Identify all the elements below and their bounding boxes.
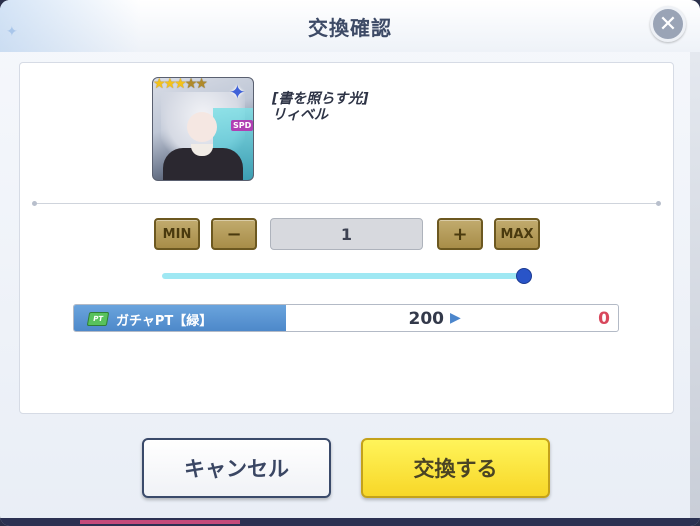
cost-remaining: 0 bbox=[598, 309, 610, 329]
cost-row: PT ガチャPT【緑】 200 ▶ 0 bbox=[73, 304, 619, 332]
background-accent bbox=[80, 520, 240, 524]
close-button[interactable]: ✕ bbox=[650, 6, 686, 42]
star-icon: ★ bbox=[174, 77, 186, 92]
quantity-slider-track[interactable] bbox=[162, 273, 524, 279]
max-button[interactable]: MAX bbox=[494, 218, 540, 250]
quantity-field[interactable]: 1 bbox=[270, 218, 423, 250]
divider bbox=[32, 201, 661, 206]
dialog-header: ✦ 交換確認 ✕ bbox=[0, 0, 700, 52]
item-name: [書を照らす光] bbox=[272, 91, 369, 107]
exchange-panel: ★★★★★ ✦ SPD [書を照らす光] リィベル MIN − 1 + MAX … bbox=[19, 62, 674, 414]
background-edge bbox=[690, 52, 700, 518]
spd-badge: SPD bbox=[231, 120, 253, 131]
quantity-slider-thumb[interactable] bbox=[516, 268, 532, 284]
cancel-button[interactable]: キャンセル bbox=[142, 438, 331, 498]
rarity-stars: ★★★★★ bbox=[153, 77, 208, 92]
star-icon: ★ bbox=[153, 77, 165, 92]
character-name: リィベル bbox=[272, 107, 328, 123]
increment-button[interactable]: + bbox=[437, 218, 483, 250]
star-empty-icon: ★ bbox=[184, 77, 197, 92]
close-icon: ✕ bbox=[658, 11, 678, 37]
star-empty-icon: ★ bbox=[195, 77, 207, 92]
cost-amount: 200 bbox=[408, 309, 445, 329]
cost-label: ガチャPT【緑】 bbox=[116, 313, 213, 329]
dialog-title: 交換確認 bbox=[308, 16, 392, 40]
confirm-exchange-button[interactable]: 交換する bbox=[361, 438, 550, 498]
min-button[interactable]: MIN bbox=[154, 218, 200, 250]
exchange-confirm-dialog: ✦ 交換確認 ✕ ★★★★★ ✦ SPD [書を照らす光] リィベル MIN −… bbox=[0, 0, 700, 526]
star-icon: ★ bbox=[163, 77, 176, 92]
decrement-button[interactable]: − bbox=[211, 218, 257, 250]
gacha-ticket-icon: PT bbox=[86, 312, 110, 326]
sparkle-rank-icon: ✦ bbox=[229, 80, 246, 104]
arrow-right-icon: ▶ bbox=[450, 310, 461, 326]
character-card-image: ★★★★★ ✦ SPD bbox=[152, 77, 254, 181]
cost-label-box: PT ガチャPT【緑】 bbox=[74, 305, 286, 331]
item-info: [書を照らす光] リィベル bbox=[272, 91, 369, 123]
